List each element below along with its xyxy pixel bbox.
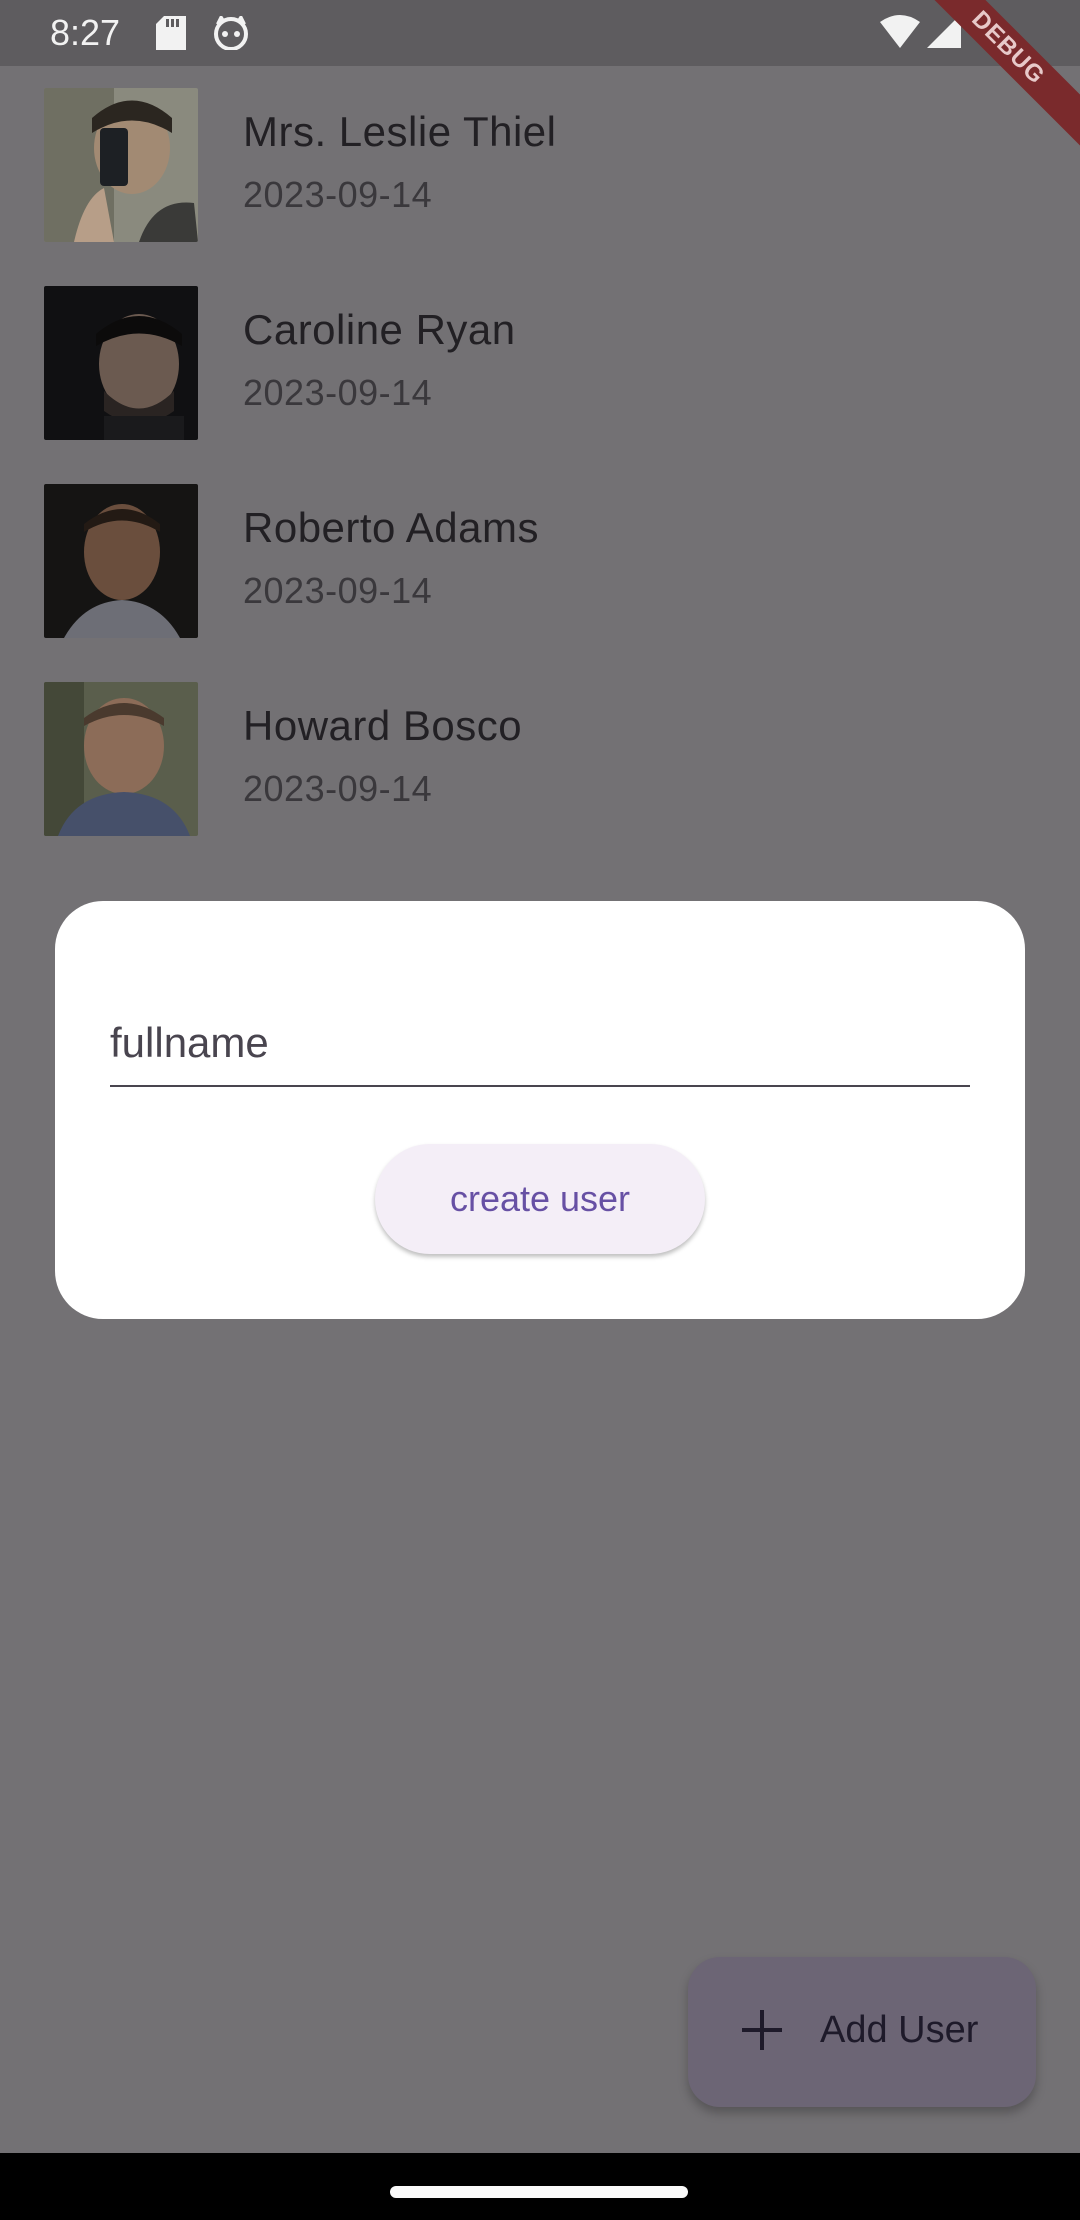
home-handle[interactable] — [390, 2186, 688, 2198]
status-bar: 8:27 DEBUG — [0, 0, 1080, 146]
list-item[interactable]: Caroline Ryan 2023-09-14 — [0, 264, 1080, 462]
fullname-field[interactable] — [110, 1001, 970, 1087]
avatar — [44, 286, 198, 440]
cat-face-icon — [213, 14, 249, 55]
create-user-dialog: create user — [55, 901, 1025, 1319]
plus-icon — [740, 2008, 784, 2057]
navigation-bar — [0, 2153, 1080, 2220]
avatar — [44, 484, 198, 638]
sd-card-icon — [156, 16, 186, 55]
fullname-input[interactable] — [110, 1001, 970, 1087]
user-date: 2023-09-14 — [243, 174, 433, 215]
user-name: Howard Bosco — [243, 702, 523, 749]
list-item[interactable]: Mrs. Leslie Thiel 2023-09-14 — [0, 66, 1080, 264]
user-date: 2023-09-14 — [243, 570, 433, 611]
avatar — [44, 682, 198, 836]
user-name: Mrs. Leslie Thiel — [243, 108, 557, 155]
avatar — [44, 88, 198, 242]
list-item[interactable]: Howard Bosco 2023-09-14 — [0, 660, 1080, 858]
user-date: 2023-09-14 — [243, 768, 433, 809]
create-user-button[interactable]: create user — [375, 1144, 705, 1254]
fab-label: Add User — [820, 2009, 979, 2051]
wifi-icon — [880, 14, 920, 53]
user-name: Caroline Ryan — [243, 306, 516, 353]
add-user-fab[interactable]: Add User — [688, 1957, 1036, 2107]
user-name: Roberto Adams — [243, 504, 539, 551]
user-date: 2023-09-14 — [243, 372, 433, 413]
list-item[interactable]: Roberto Adams 2023-09-14 — [0, 462, 1080, 660]
status-time: 8:27 — [50, 12, 121, 53]
